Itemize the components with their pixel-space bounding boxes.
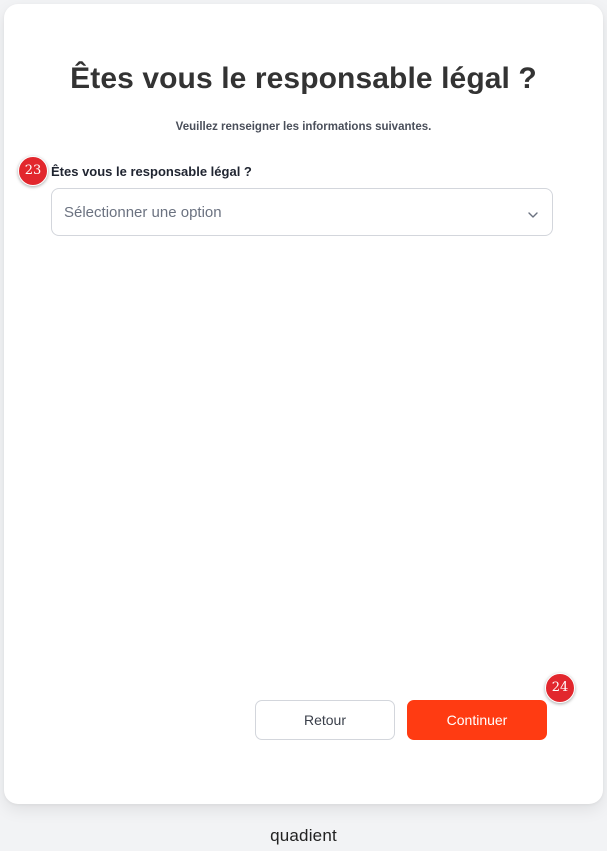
legal-guardian-label: Êtes vous le responsable légal ? (51, 164, 252, 179)
annotation-badge-field: 23 (18, 156, 48, 186)
legal-guardian-select[interactable]: Sélectionner une option (51, 188, 553, 236)
select-placeholder: Sélectionner une option (64, 204, 222, 221)
page-title: Êtes vous le responsable légal ? (70, 62, 537, 95)
quadient-logo: quadient (270, 826, 337, 845)
chevron-down-icon (526, 207, 540, 218)
annotation-badge-continue: 24 (545, 673, 575, 703)
continue-button[interactable]: Continuer (407, 700, 547, 740)
page-subtitle: Veuillez renseigner les informations sui… (175, 121, 432, 133)
back-button[interactable]: Retour (255, 700, 395, 740)
